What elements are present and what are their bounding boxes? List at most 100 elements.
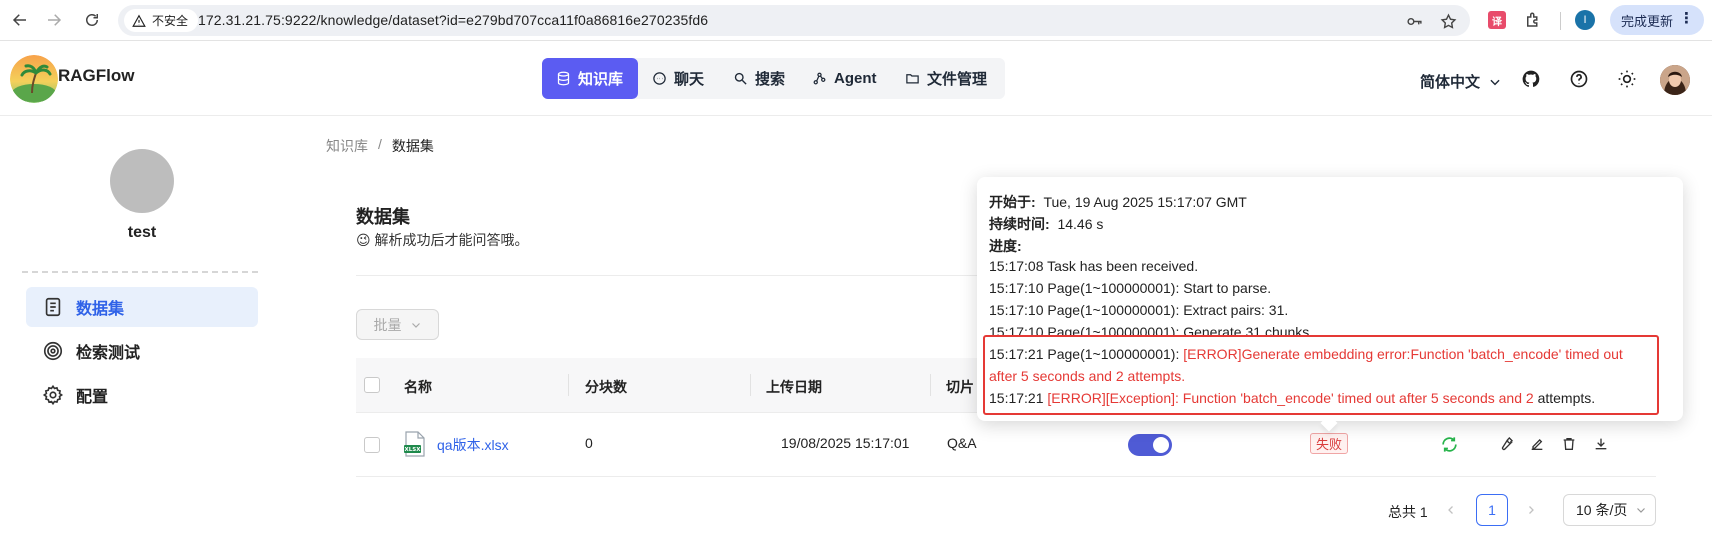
duration-line: 持续时间: 14.46 s bbox=[989, 214, 1103, 234]
reparse-icon[interactable] bbox=[1439, 434, 1459, 454]
browser-toolbar: 不安全 172.31.21.75:9222/knowledge/dataset?… bbox=[0, 0, 1712, 41]
progress-line: 进度: bbox=[989, 236, 1022, 256]
trash-icon[interactable] bbox=[1559, 434, 1579, 454]
help-icon[interactable] bbox=[1568, 68, 1590, 90]
nav-file-management-label: 文件管理 bbox=[927, 71, 988, 88]
file-name-link[interactable]: qa版本.xlsx bbox=[437, 435, 509, 455]
github-icon[interactable] bbox=[1520, 68, 1542, 90]
ragflow-logo[interactable] bbox=[10, 55, 58, 103]
duration-value: 14.46 s bbox=[1057, 216, 1104, 232]
error-log-line: 15:17:21 Page(1~100000001): [ERROR]Gener… bbox=[989, 346, 1623, 362]
key-icon[interactable] bbox=[1404, 11, 1424, 31]
progress-label: 进度: bbox=[989, 238, 1022, 254]
language-selector[interactable]: 简体中文 bbox=[1420, 71, 1502, 92]
duration-label: 持续时间: bbox=[989, 216, 1050, 232]
log-line: 15:17:10 Page(1~100000001): Start to par… bbox=[989, 280, 1272, 296]
insecure-indicator[interactable]: 不安全 bbox=[124, 9, 199, 32]
brand-name[interactable]: RAGFlow bbox=[58, 66, 135, 86]
page-title: 数据集 bbox=[356, 207, 410, 227]
error-text: after 5 seconds and 2 attempts. bbox=[989, 368, 1186, 384]
error-log-line: 15:17:21 [ERROR][Exception]: Function 'b… bbox=[989, 390, 1595, 406]
menu-dots-icon: ⋮ bbox=[1679, 10, 1694, 27]
column-name[interactable]: 名称 bbox=[404, 377, 432, 397]
select-all-checkbox[interactable] bbox=[364, 377, 380, 393]
database-icon bbox=[557, 71, 570, 86]
sidebar-item-configuration-label: 配置 bbox=[76, 389, 109, 406]
column-parser[interactable]: 切片 bbox=[946, 377, 974, 397]
extensions-icon[interactable] bbox=[1522, 9, 1544, 31]
breadcrumb-separator: / bbox=[378, 136, 382, 152]
page-size-select[interactable]: 10 条/页 bbox=[1563, 494, 1656, 526]
xlsx-file-label: XLSX bbox=[405, 447, 422, 453]
nav-knowledge-base-label: 知识库 bbox=[578, 71, 624, 88]
enable-toggle[interactable] bbox=[1128, 434, 1172, 456]
table-row[interactable]: XLSX qa版本.xlsx 0 19/08/2025 15:17:01 Q&A… bbox=[356, 413, 1656, 477]
next-page-icon[interactable] bbox=[1523, 502, 1539, 518]
sidebar-item-retrieval-test[interactable]: 检索测试 bbox=[26, 331, 258, 371]
nav-agent[interactable]: Agent bbox=[798, 58, 891, 99]
browser-profile-avatar[interactable]: I bbox=[1575, 10, 1595, 30]
gear-icon bbox=[42, 384, 64, 406]
batch-label: 批量 bbox=[373, 316, 402, 333]
chunk-count: 0 bbox=[585, 435, 593, 451]
update-label: 完成更新 bbox=[1621, 13, 1674, 29]
nav-search[interactable]: 搜索 bbox=[719, 58, 799, 99]
update-button[interactable]: 完成更新 ⋮ bbox=[1610, 5, 1704, 35]
insecure-label: 不安全 bbox=[152, 14, 189, 28]
edit-icon[interactable] bbox=[1527, 434, 1547, 454]
error-text: [ERROR]Generate embedding error:Function… bbox=[1183, 346, 1623, 362]
forward-icon[interactable] bbox=[42, 8, 66, 32]
log-prefix: 15:17:21 bbox=[989, 390, 1048, 406]
prev-page-icon[interactable] bbox=[1443, 502, 1459, 518]
nav-file-management[interactable]: 文件管理 bbox=[891, 58, 1001, 99]
row-checkbox[interactable] bbox=[364, 437, 380, 453]
log-prefix: 15:17:21 Page(1~100000001): bbox=[989, 346, 1184, 362]
breadcrumb: 知识库 / 数据集 bbox=[326, 136, 434, 156]
log-line: 15:17:10 Page(1~100000001): Extract pair… bbox=[989, 302, 1289, 318]
reload-icon[interactable] bbox=[80, 8, 104, 32]
star-icon[interactable] bbox=[1438, 11, 1458, 31]
target-icon bbox=[43, 341, 63, 361]
knowledge-base-avatar bbox=[110, 149, 174, 213]
column-divider bbox=[930, 374, 931, 396]
page-description: 😉 解析成功后才能问答哦。 bbox=[356, 232, 529, 248]
chevron-down-icon bbox=[1490, 79, 1500, 85]
url-text[interactable]: 172.31.21.75:9222/knowledge/dataset?id=e… bbox=[198, 12, 708, 28]
back-icon[interactable] bbox=[8, 8, 32, 32]
breadcrumb-root[interactable]: 知识库 bbox=[326, 136, 368, 156]
address-bar[interactable]: 不安全 172.31.21.75:9222/knowledge/dataset?… bbox=[118, 5, 1470, 36]
batch-dropdown-button[interactable]: 批量 bbox=[356, 309, 439, 340]
download-icon[interactable] bbox=[1591, 434, 1611, 454]
breadcrumb-current: 数据集 bbox=[391, 138, 434, 154]
sidebar-item-configuration[interactable]: 配置 bbox=[26, 375, 258, 415]
folder-icon bbox=[906, 74, 919, 84]
toolbar-divider bbox=[1560, 12, 1561, 30]
column-chunks[interactable]: 分块数 bbox=[585, 377, 627, 397]
nav-knowledge-base[interactable]: 知识库 bbox=[542, 58, 638, 99]
nav-search-label: 搜索 bbox=[755, 71, 786, 88]
xlsx-file-icon: XLSX bbox=[404, 431, 425, 457]
app-header: RAGFlow 知识库 聊天 搜索 Agent 文件管理 简体中文 bbox=[0, 41, 1712, 116]
start-time-line: 开始于: Tue, 19 Aug 2025 15:17:07 GMT bbox=[989, 192, 1247, 212]
sidebar-item-retrieval-test-label: 检索测试 bbox=[76, 345, 141, 362]
sidebar-divider bbox=[22, 271, 258, 273]
chat-icon bbox=[653, 72, 666, 85]
chevron-down-icon bbox=[1637, 508, 1646, 513]
knowledge-base-name: test bbox=[127, 224, 157, 241]
column-upload-date[interactable]: 上传日期 bbox=[766, 377, 822, 397]
search-icon bbox=[734, 72, 747, 85]
wrench-icon[interactable] bbox=[1496, 434, 1516, 454]
nav-chat[interactable]: 聊天 bbox=[638, 58, 718, 99]
current-page-button[interactable]: 1 bbox=[1476, 494, 1508, 526]
sidebar-item-dataset[interactable]: 数据集 bbox=[26, 287, 258, 327]
warning-icon bbox=[132, 14, 146, 27]
user-avatar[interactable] bbox=[1660, 65, 1690, 95]
theme-sun-icon[interactable] bbox=[1616, 68, 1638, 90]
document-icon bbox=[45, 297, 61, 317]
status-badge[interactable]: 失败 bbox=[1310, 433, 1349, 454]
translate-extension-icon[interactable]: 译 bbox=[1488, 11, 1506, 29]
column-divider bbox=[750, 374, 751, 396]
toggle-knob bbox=[1153, 437, 1169, 453]
main-nav: 知识库 聊天 搜索 Agent 文件管理 bbox=[542, 58, 1005, 99]
language-label: 简体中文 bbox=[1420, 74, 1481, 91]
